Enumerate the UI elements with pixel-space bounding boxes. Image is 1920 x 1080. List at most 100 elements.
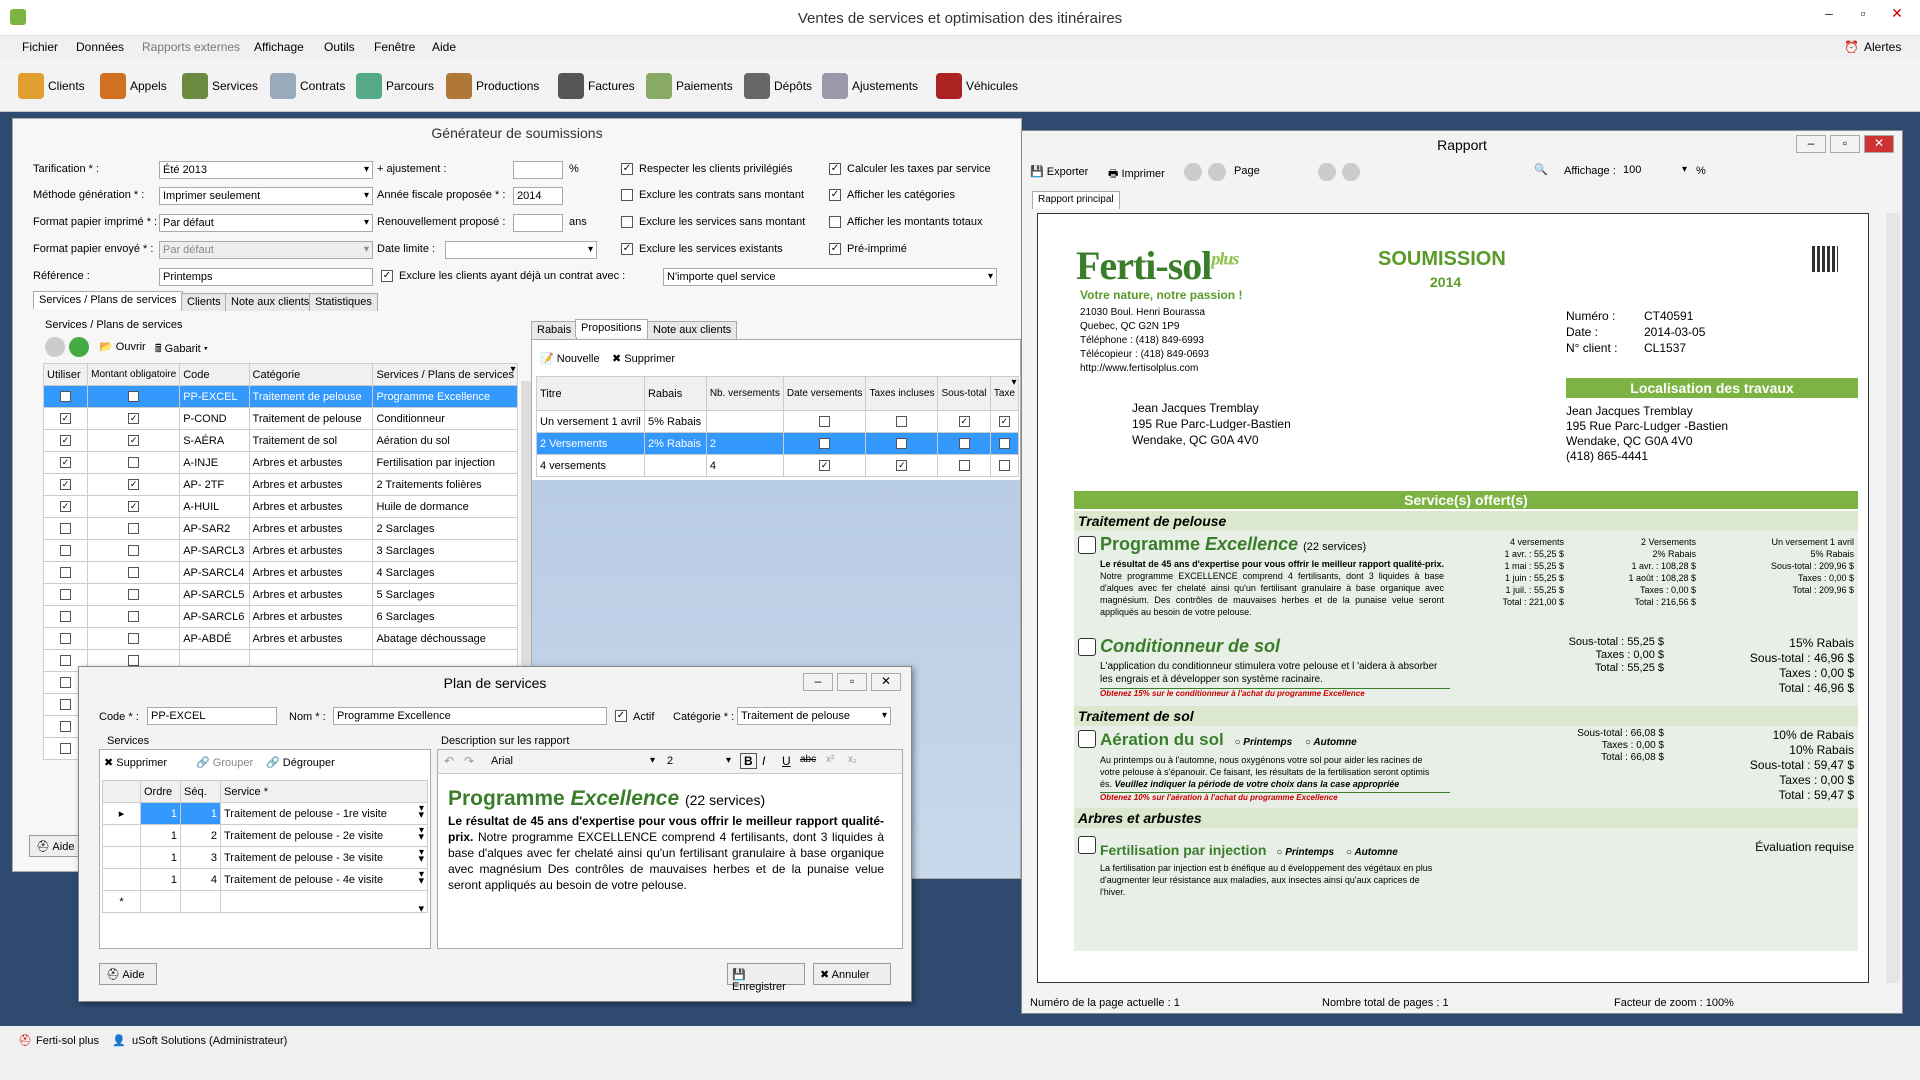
check-respecter[interactable] <box>621 163 633 175</box>
plan-cancel-button[interactable]: ✖ Annuler <box>813 963 891 985</box>
montant-checkbox[interactable] <box>128 589 140 601</box>
proposition-checkbox[interactable]: ✓ <box>958 416 970 428</box>
redo-icon[interactable]: ↷ <box>464 754 474 768</box>
printemps-option[interactable]: ○ Printemps <box>1276 847 1334 858</box>
montant-checkbox[interactable]: ✓ <box>128 413 140 425</box>
plan-row[interactable]: ▸ 1 1 Traitement de pelouse - 1re visite… <box>102 802 428 825</box>
utiliser-checkbox[interactable] <box>60 523 72 535</box>
rapport-minimize-button[interactable]: – <box>1796 135 1826 153</box>
montant-cell[interactable] <box>87 539 181 562</box>
utiliser-checkbox[interactable]: ✓ <box>60 457 72 469</box>
plan-nom-input[interactable]: Programme Excellence <box>333 707 607 725</box>
table-row[interactable]: AP-SAR2 Arbres et arbustes 2 Sarclages <box>42 517 519 540</box>
last-page-icon[interactable] <box>1342 163 1360 181</box>
table-row[interactable]: ✓ ✓ PP-EXCEL Traitement de pelouse Progr… <box>42 385 519 408</box>
plan-cat-select[interactable]: Traitement de pelouse <box>737 707 891 725</box>
table-row[interactable]: ✓ ✓ P-COND Traitement de pelouse Conditi… <box>42 407 519 430</box>
toolbar-productions[interactable]: Productions <box>446 73 539 99</box>
service-checkbox[interactable] <box>1078 836 1096 854</box>
tarification-select[interactable]: Été 2013 <box>159 161 373 179</box>
plan-save-button[interactable]: 💾 Enregistrer <box>727 963 805 993</box>
italic-icon[interactable]: I <box>762 754 765 768</box>
plan-aide-button[interactable]: ⛑ Aide <box>99 963 157 985</box>
supprimer-button[interactable]: ✖ Supprimer <box>612 352 675 365</box>
prev-icon[interactable] <box>45 337 65 357</box>
nouvelle-button[interactable]: 📝 Nouvelle <box>540 352 600 365</box>
proposition-row[interactable]: Un versement 1 avril 5% Rabais ✓ ✓ <box>536 410 1020 433</box>
montant-cell[interactable] <box>87 627 181 650</box>
montant-cell[interactable]: ✓ <box>87 407 181 430</box>
utiliser-cell[interactable] <box>42 517 89 540</box>
ouvrir-button[interactable]: 📂 Ouvrir <box>99 340 146 353</box>
montant-checkbox[interactable] <box>128 457 140 469</box>
plan-close-button[interactable]: ✕ <box>871 673 901 691</box>
montant-checkbox[interactable]: ✓ <box>128 501 140 513</box>
rapport-close-button[interactable]: ✕ <box>1864 135 1894 153</box>
tab-clients[interactable]: Clients <box>181 293 227 311</box>
proposition-row[interactable]: 2 Versements 2% Rabais 2 ✓ ✓ <box>536 432 1020 455</box>
plan-row[interactable]: 1 2 Traitement de pelouse - 2e visite ▾ <box>102 824 428 847</box>
rtab-rabais[interactable]: Rabais <box>531 321 578 339</box>
service-checkbox[interactable] <box>1078 730 1096 748</box>
utiliser-cell[interactable] <box>42 627 89 650</box>
check-afficher-categories[interactable] <box>829 189 841 201</box>
plan-actif-check[interactable] <box>615 710 627 722</box>
proposition-checkbox[interactable]: ✓ <box>819 438 831 450</box>
format-imprime-select[interactable]: Par défaut <box>159 214 373 232</box>
date-limite-picker[interactable] <box>445 241 597 259</box>
proposition-checkbox[interactable] <box>896 416 908 428</box>
tab-services[interactable]: Services / Plans de services <box>33 291 183 309</box>
rtab-propositions[interactable]: Propositions <box>575 319 648 337</box>
montant-cell[interactable]: ✓ <box>87 473 181 496</box>
utiliser-cell[interactable]: ✓ <box>42 429 89 452</box>
gabarit-button[interactable]: 🖩 Gabarit ▾ <box>155 340 208 359</box>
toolbar-ajustements[interactable]: Ajustements <box>822 73 918 99</box>
report-scrollbar[interactable] <box>1886 213 1900 983</box>
utiliser-checkbox[interactable] <box>60 677 72 689</box>
check-pre-imprime[interactable] <box>829 243 841 255</box>
montant-cell[interactable] <box>87 605 181 628</box>
utiliser-cell[interactable]: ✓ <box>42 407 89 430</box>
zoom-select[interactable]: 100 <box>1620 162 1690 180</box>
montant-cell[interactable] <box>87 583 181 606</box>
montant-checkbox[interactable]: ✓ <box>128 479 140 491</box>
methode-select[interactable]: Imprimer seulement <box>159 187 373 205</box>
table-row[interactable]: ✓ ✓ A-HUIL Arbres et arbustes Huile de d… <box>42 495 519 518</box>
format-envoye-select[interactable]: Par défaut <box>159 241 373 259</box>
utiliser-checkbox[interactable]: ✓ <box>60 501 72 513</box>
toolbar-appels[interactable]: Appels <box>100 73 167 99</box>
utiliser-checkbox[interactable]: ✓ <box>60 413 72 425</box>
table-row[interactable]: AP-SARCL5 Arbres et arbustes 5 Sarclages <box>42 583 519 606</box>
plan-supprimer-button[interactable]: ✖ Supprimer <box>104 756 167 769</box>
plan-row[interactable]: 1 3 Traitement de pelouse - 3e visite ▾ <box>102 846 428 869</box>
montant-cell[interactable] <box>87 451 181 474</box>
menu-affichage[interactable]: Affichage <box>254 40 304 54</box>
toolbar-paiements[interactable]: Paiements <box>646 73 733 99</box>
plan-service-select[interactable]: Traitement de pelouse - 2e visite ▾ <box>220 824 428 847</box>
toolbar-vehicules[interactable]: Véhicules <box>936 73 1018 99</box>
toolbar-contrats[interactable]: Contrats <box>270 73 345 99</box>
menu-aide[interactable]: Aide <box>432 40 456 54</box>
montant-cell[interactable] <box>87 561 181 584</box>
montant-checkbox[interactable]: ✓ <box>128 435 140 447</box>
montant-cell[interactable] <box>87 517 181 540</box>
plan-new-row[interactable]: * ▾ <box>102 890 428 913</box>
utiliser-checkbox[interactable] <box>60 743 72 755</box>
check-exclure-contrats[interactable] <box>621 189 633 201</box>
montant-checkbox[interactable] <box>128 567 140 579</box>
montant-checkbox[interactable] <box>128 545 140 557</box>
proposition-row[interactable]: 4 versements 4 ✓ ✓ <box>536 454 1020 477</box>
menu-rapports-externes[interactable]: Rapports externes <box>142 40 240 54</box>
utiliser-checkbox[interactable]: ✓ <box>60 479 72 491</box>
table-row[interactable]: AP-SARCL6 Arbres et arbustes 6 Sarclages <box>42 605 519 628</box>
utiliser-checkbox[interactable] <box>60 633 72 645</box>
montant-checkbox[interactable] <box>128 633 140 645</box>
table-row[interactable]: AP-SARCL3 Arbres et arbustes 3 Sarclages <box>42 539 519 562</box>
menu-fichier[interactable]: Fichier <box>22 40 58 54</box>
plan-row[interactable]: 1 4 Traitement de pelouse - 4e visite ▾ <box>102 868 428 891</box>
maximize-button[interactable]: ▫ <box>1846 0 1880 26</box>
plan-minimize-button[interactable]: – <box>803 673 833 691</box>
utiliser-checkbox[interactable] <box>60 721 72 733</box>
utiliser-checkbox[interactable]: ✓ <box>60 435 72 447</box>
menu-fenetre[interactable]: Fenêtre <box>374 40 415 54</box>
